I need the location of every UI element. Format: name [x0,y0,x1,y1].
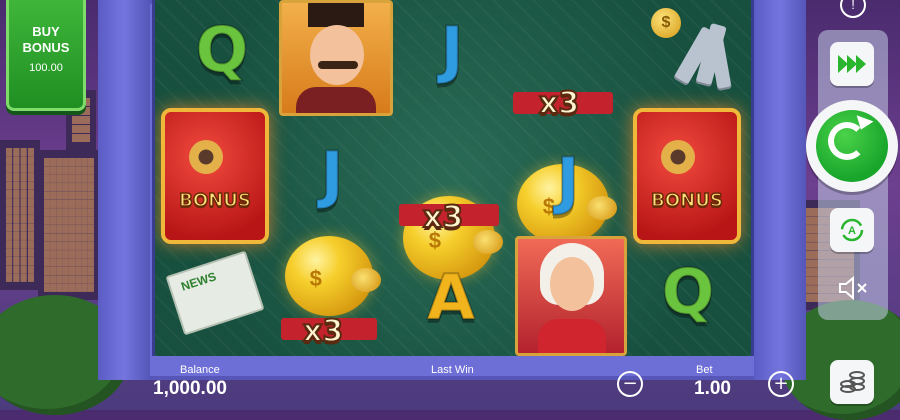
symbol-j: J [417,10,487,90]
symbol-a-letter: A [426,261,476,334]
bonus-safe-symbol: BONUS [633,108,741,244]
bonus-label: BONUS [178,189,251,212]
lady-portrait-symbol [515,236,627,356]
buy-bonus-button[interactable]: BUY BONUS 100.00 [6,0,86,111]
sound-mute-button[interactable] [836,274,870,302]
bonus-safe-symbol: BONUS [161,108,269,244]
symbol-j: J [533,136,603,226]
bottom-bar: Balance 1,000.00 Last Win − Bet 1.00 + [0,356,900,410]
last-win-label: Last Win [431,364,474,376]
buy-bonus-price: 100.00 [29,62,63,74]
multiplier-x3: x3 [538,85,580,122]
newspaper-headline: NEWS [179,269,218,294]
piggy-bank-symbol: $ [285,236,381,316]
mustache-icon [318,61,358,69]
symbol-j-letter: J [555,144,580,217]
right-pillar [754,0,806,380]
coin-tag-icon: $ [651,8,681,38]
bonus-label: BONUS [650,189,723,212]
bet-value: 1.00 [694,378,731,399]
spin-button[interactable] [806,100,898,192]
coins-button[interactable] [830,360,874,404]
svg-text:A: A [848,225,856,237]
symbol-q: Q [643,252,733,332]
reel-grid: Q BONUS NEWS J $ x3 J $ x3 A $ x3 J $ BO… [152,0,754,356]
symbol-a: A [411,258,491,338]
symbol-q-letter: Q [195,13,250,86]
symbol-q: Q [177,10,267,90]
bet-label: Bet [696,364,713,376]
balance-value: 1,000.00 [153,378,227,399]
newspaper-symbol: NEWS [165,250,265,336]
decrease-bet-button[interactable]: − [617,371,643,397]
symbol-q-letter: Q [661,255,716,328]
multiplier-x3: x3 [422,199,464,236]
autoplay-icon: A [840,218,864,242]
keys-symbol: $ [643,4,739,100]
symbol-j-letter: J [439,13,464,86]
symbol-j-letter: J [319,138,344,211]
fast-forward-icon [838,55,866,73]
autoplay-button[interactable]: A [830,208,874,252]
multiplier-x3: x3 [302,313,344,350]
coin-stack-icon [840,371,865,393]
left-pillar [98,0,150,380]
speaker-mute-icon [839,275,867,301]
turbo-button[interactable] [830,42,874,86]
top-hat-icon [308,3,364,27]
buy-bonus-label: BUY BONUS [22,24,70,55]
dollar-sign: $ [309,266,322,292]
safe-dial-icon [661,140,695,174]
balance-label: Balance [180,364,220,376]
symbol-j: J [297,130,367,220]
increase-bet-button[interactable]: + [768,371,794,397]
info-button[interactable]: ! [840,0,866,18]
safe-dial-icon [189,140,223,174]
tycoon-portrait-symbol [279,0,393,116]
